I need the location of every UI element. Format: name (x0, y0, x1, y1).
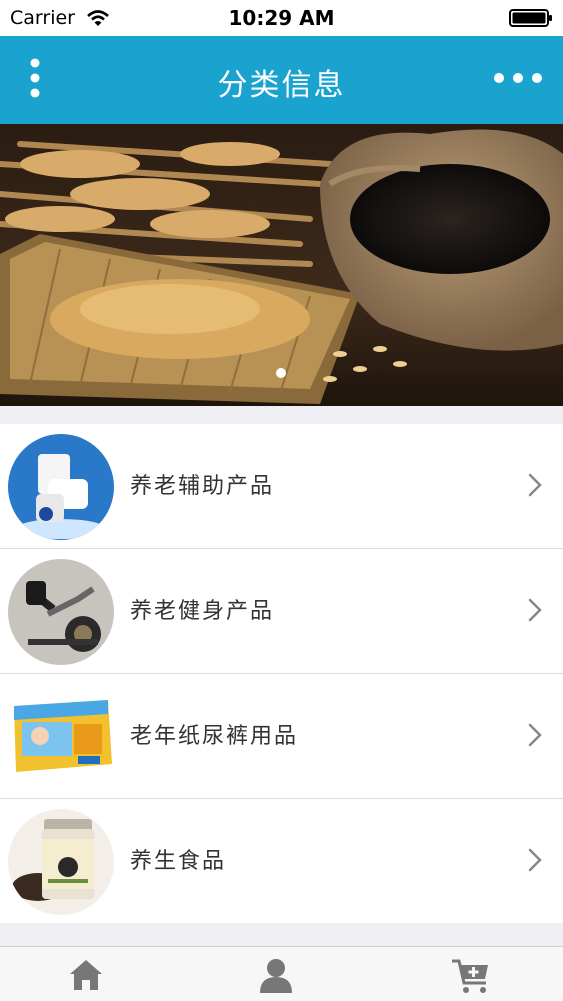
category-label: 养老健身产品 (130, 599, 275, 624)
list-item[interactable]: 养老辅助产品 (0, 424, 563, 549)
category-label: 养生食品 (130, 849, 227, 874)
banner-grain-image (0, 124, 563, 406)
status-bar: Carrier 10:29 AM (0, 0, 563, 36)
category-label: 养老辅助产品 (130, 474, 275, 499)
list-item[interactable]: 老年纸尿裤用品 (0, 674, 563, 799)
tab-bar (0, 946, 563, 1001)
chevron-right-icon (527, 597, 543, 627)
home-icon[interactable] (66, 957, 106, 997)
horizontal-more-icon[interactable] (493, 66, 543, 90)
clock: 10:29 AM (228, 6, 335, 30)
chevron-right-icon (527, 847, 543, 877)
diaper-package-image (8, 684, 114, 790)
category-list: 养老辅助产品 养老健身产品 老年纸尿裤用品 养生食品 (0, 424, 563, 923)
carousel-dot-indicator[interactable] (276, 368, 286, 378)
banner-carousel[interactable] (0, 124, 563, 406)
chevron-right-icon (527, 472, 543, 502)
list-item[interactable]: 养老健身产品 (0, 549, 563, 674)
list-item[interactable]: 养生食品 (0, 799, 563, 923)
user-icon[interactable] (256, 957, 296, 997)
health-food-jar-image (8, 809, 114, 915)
page-title: 分类信息 (217, 68, 346, 103)
battery-icon (509, 9, 553, 31)
nav-bar: 分类信息 (0, 36, 563, 124)
exercise-bike-image (8, 559, 114, 665)
category-label: 老年纸尿裤用品 (130, 724, 299, 749)
toilet-chair-image (8, 434, 114, 540)
cart-add-icon[interactable] (450, 957, 490, 997)
chevron-right-icon (527, 722, 543, 752)
